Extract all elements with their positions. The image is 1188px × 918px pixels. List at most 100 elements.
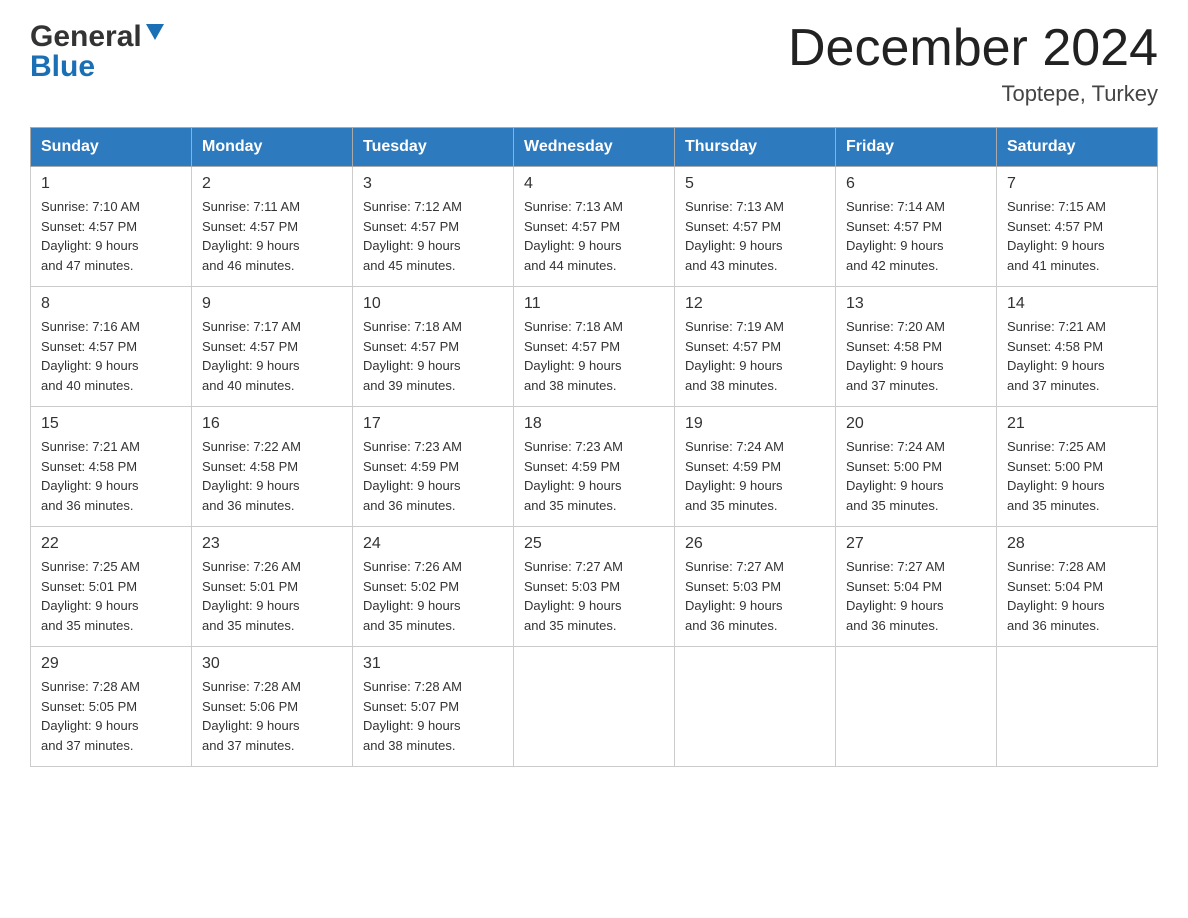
day-info: Sunrise: 7:19 AMSunset: 4:57 PMDaylight:… [685, 319, 784, 393]
day-number: 6 [846, 175, 986, 193]
week-row-5: 29 Sunrise: 7:28 AMSunset: 5:05 PMDaylig… [31, 647, 1158, 767]
day-info: Sunrise: 7:21 AMSunset: 4:58 PMDaylight:… [1007, 319, 1106, 393]
week-row-4: 22 Sunrise: 7:25 AMSunset: 5:01 PMDaylig… [31, 527, 1158, 647]
day-info: Sunrise: 7:18 AMSunset: 4:57 PMDaylight:… [363, 319, 462, 393]
calendar-cell: 26 Sunrise: 7:27 AMSunset: 5:03 PMDaylig… [675, 527, 836, 647]
day-info: Sunrise: 7:26 AMSunset: 5:01 PMDaylight:… [202, 559, 301, 633]
calendar-cell: 19 Sunrise: 7:24 AMSunset: 4:59 PMDaylig… [675, 407, 836, 527]
page-header: General Blue December 2024 Toptepe, Turk… [30, 20, 1158, 107]
calendar-cell: 24 Sunrise: 7:26 AMSunset: 5:02 PMDaylig… [353, 527, 514, 647]
day-number: 7 [1007, 175, 1147, 193]
weekday-header-monday: Monday [192, 128, 353, 167]
calendar-cell: 29 Sunrise: 7:28 AMSunset: 5:05 PMDaylig… [31, 647, 192, 767]
calendar-cell: 2 Sunrise: 7:11 AMSunset: 4:57 PMDayligh… [192, 167, 353, 287]
calendar-cell: 7 Sunrise: 7:15 AMSunset: 4:57 PMDayligh… [997, 167, 1158, 287]
calendar-cell: 9 Sunrise: 7:17 AMSunset: 4:57 PMDayligh… [192, 287, 353, 407]
calendar-cell [514, 647, 675, 767]
weekday-header-thursday: Thursday [675, 128, 836, 167]
day-info: Sunrise: 7:12 AMSunset: 4:57 PMDaylight:… [363, 199, 462, 273]
day-number: 30 [202, 655, 342, 673]
weekday-header-sunday: Sunday [31, 128, 192, 167]
day-info: Sunrise: 7:10 AMSunset: 4:57 PMDaylight:… [41, 199, 140, 273]
day-info: Sunrise: 7:25 AMSunset: 5:00 PMDaylight:… [1007, 439, 1106, 513]
day-number: 3 [363, 175, 503, 193]
day-number: 9 [202, 295, 342, 313]
day-number: 15 [41, 415, 181, 433]
calendar-title: December 2024 [788, 20, 1158, 77]
day-info: Sunrise: 7:26 AMSunset: 5:02 PMDaylight:… [363, 559, 462, 633]
day-info: Sunrise: 7:20 AMSunset: 4:58 PMDaylight:… [846, 319, 945, 393]
calendar-cell [836, 647, 997, 767]
day-info: Sunrise: 7:27 AMSunset: 5:04 PMDaylight:… [846, 559, 945, 633]
calendar-cell: 23 Sunrise: 7:26 AMSunset: 5:01 PMDaylig… [192, 527, 353, 647]
day-number: 4 [524, 175, 664, 193]
day-number: 26 [685, 535, 825, 553]
day-info: Sunrise: 7:23 AMSunset: 4:59 PMDaylight:… [363, 439, 462, 513]
calendar-cell: 13 Sunrise: 7:20 AMSunset: 4:58 PMDaylig… [836, 287, 997, 407]
logo-blue-text: Blue [30, 50, 95, 84]
day-number: 27 [846, 535, 986, 553]
day-info: Sunrise: 7:22 AMSunset: 4:58 PMDaylight:… [202, 439, 301, 513]
day-number: 25 [524, 535, 664, 553]
calendar-cell: 31 Sunrise: 7:28 AMSunset: 5:07 PMDaylig… [353, 647, 514, 767]
calendar-cell: 15 Sunrise: 7:21 AMSunset: 4:58 PMDaylig… [31, 407, 192, 527]
day-info: Sunrise: 7:15 AMSunset: 4:57 PMDaylight:… [1007, 199, 1106, 273]
week-row-1: 1 Sunrise: 7:10 AMSunset: 4:57 PMDayligh… [31, 167, 1158, 287]
calendar-subtitle: Toptepe, Turkey [788, 81, 1158, 107]
calendar-cell: 30 Sunrise: 7:28 AMSunset: 5:06 PMDaylig… [192, 647, 353, 767]
day-number: 18 [524, 415, 664, 433]
calendar-cell: 18 Sunrise: 7:23 AMSunset: 4:59 PMDaylig… [514, 407, 675, 527]
day-info: Sunrise: 7:28 AMSunset: 5:06 PMDaylight:… [202, 679, 301, 753]
calendar-cell: 21 Sunrise: 7:25 AMSunset: 5:00 PMDaylig… [997, 407, 1158, 527]
calendar-cell: 16 Sunrise: 7:22 AMSunset: 4:58 PMDaylig… [192, 407, 353, 527]
day-number: 13 [846, 295, 986, 313]
calendar-cell [997, 647, 1158, 767]
day-number: 19 [685, 415, 825, 433]
logo-triangle-icon [146, 24, 164, 47]
weekday-header-friday: Friday [836, 128, 997, 167]
calendar-cell: 11 Sunrise: 7:18 AMSunset: 4:57 PMDaylig… [514, 287, 675, 407]
day-info: Sunrise: 7:13 AMSunset: 4:57 PMDaylight:… [685, 199, 784, 273]
calendar-cell: 4 Sunrise: 7:13 AMSunset: 4:57 PMDayligh… [514, 167, 675, 287]
day-info: Sunrise: 7:16 AMSunset: 4:57 PMDaylight:… [41, 319, 140, 393]
calendar-cell: 12 Sunrise: 7:19 AMSunset: 4:57 PMDaylig… [675, 287, 836, 407]
calendar-cell: 17 Sunrise: 7:23 AMSunset: 4:59 PMDaylig… [353, 407, 514, 527]
day-number: 24 [363, 535, 503, 553]
day-number: 17 [363, 415, 503, 433]
calendar-cell: 1 Sunrise: 7:10 AMSunset: 4:57 PMDayligh… [31, 167, 192, 287]
day-info: Sunrise: 7:25 AMSunset: 5:01 PMDaylight:… [41, 559, 140, 633]
day-number: 23 [202, 535, 342, 553]
day-number: 8 [41, 295, 181, 313]
calendar-cell: 3 Sunrise: 7:12 AMSunset: 4:57 PMDayligh… [353, 167, 514, 287]
day-info: Sunrise: 7:28 AMSunset: 5:04 PMDaylight:… [1007, 559, 1106, 633]
day-number: 12 [685, 295, 825, 313]
calendar-cell [675, 647, 836, 767]
logo: General Blue [30, 20, 164, 84]
day-number: 29 [41, 655, 181, 673]
weekday-header-wednesday: Wednesday [514, 128, 675, 167]
weekday-header-row: SundayMondayTuesdayWednesdayThursdayFrid… [31, 128, 1158, 167]
calendar-cell: 25 Sunrise: 7:27 AMSunset: 5:03 PMDaylig… [514, 527, 675, 647]
day-number: 10 [363, 295, 503, 313]
day-info: Sunrise: 7:13 AMSunset: 4:57 PMDaylight:… [524, 199, 623, 273]
calendar-cell: 6 Sunrise: 7:14 AMSunset: 4:57 PMDayligh… [836, 167, 997, 287]
calendar-cell: 28 Sunrise: 7:28 AMSunset: 5:04 PMDaylig… [997, 527, 1158, 647]
day-info: Sunrise: 7:18 AMSunset: 4:57 PMDaylight:… [524, 319, 623, 393]
day-info: Sunrise: 7:21 AMSunset: 4:58 PMDaylight:… [41, 439, 140, 513]
day-info: Sunrise: 7:28 AMSunset: 5:07 PMDaylight:… [363, 679, 462, 753]
calendar-cell: 14 Sunrise: 7:21 AMSunset: 4:58 PMDaylig… [997, 287, 1158, 407]
day-number: 28 [1007, 535, 1147, 553]
day-number: 5 [685, 175, 825, 193]
day-info: Sunrise: 7:27 AMSunset: 5:03 PMDaylight:… [524, 559, 623, 633]
calendar-table: SundayMondayTuesdayWednesdayThursdayFrid… [30, 127, 1158, 767]
calendar-cell: 27 Sunrise: 7:27 AMSunset: 5:04 PMDaylig… [836, 527, 997, 647]
weekday-header-saturday: Saturday [997, 128, 1158, 167]
day-number: 14 [1007, 295, 1147, 313]
day-info: Sunrise: 7:28 AMSunset: 5:05 PMDaylight:… [41, 679, 140, 753]
calendar-cell: 10 Sunrise: 7:18 AMSunset: 4:57 PMDaylig… [353, 287, 514, 407]
week-row-2: 8 Sunrise: 7:16 AMSunset: 4:57 PMDayligh… [31, 287, 1158, 407]
logo-general-text: General [30, 20, 142, 54]
calendar-cell: 5 Sunrise: 7:13 AMSunset: 4:57 PMDayligh… [675, 167, 836, 287]
day-info: Sunrise: 7:14 AMSunset: 4:57 PMDaylight:… [846, 199, 945, 273]
day-number: 21 [1007, 415, 1147, 433]
